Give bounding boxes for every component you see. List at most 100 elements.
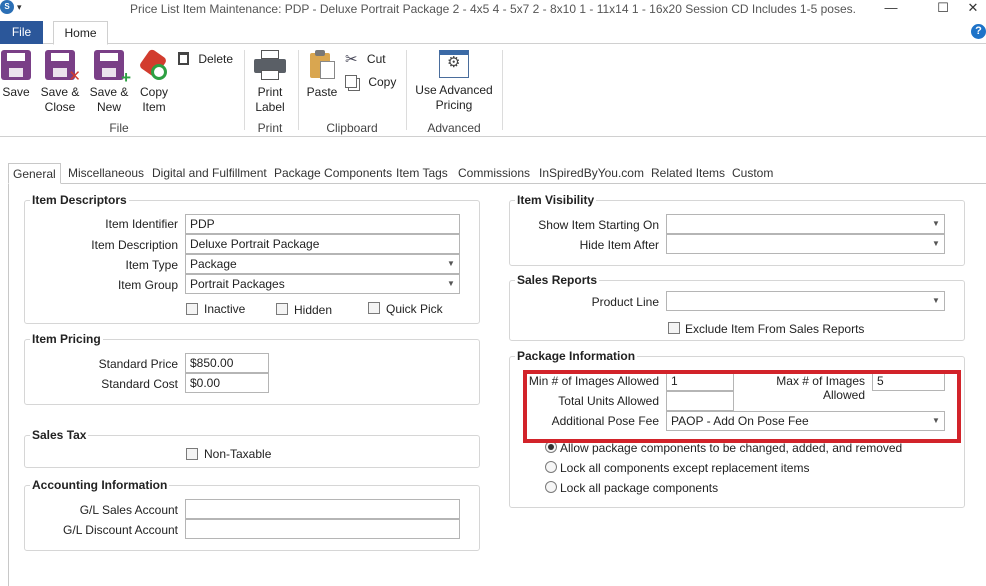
print-label-button[interactable]: Print Label: [250, 50, 290, 115]
cut-label: Cut: [366, 52, 386, 66]
lock-except-replacement-label: Lock all components except replacement i…: [560, 461, 810, 475]
close-button[interactable]: ✕: [958, 0, 986, 18]
file-group-label: File: [109, 121, 129, 135]
save-close-icon: ✕: [45, 50, 81, 84]
inactive-label: Inactive: [204, 302, 246, 316]
standard-price-field[interactable]: $850.00: [185, 353, 269, 373]
chevron-down-icon[interactable]: ▼: [928, 215, 944, 233]
standard-price-label: Standard Price: [98, 357, 178, 371]
copy-item-button[interactable]: Copy Item: [134, 48, 174, 115]
item-group-select[interactable]: Portrait Packages ▼: [185, 274, 460, 294]
item-identifier-field[interactable]: PDP: [185, 214, 460, 234]
lock-except-replacement-radio[interactable]: [545, 461, 557, 473]
item-descriptors-title: Item Descriptors: [30, 193, 129, 207]
product-line-select[interactable]: ▼: [666, 291, 945, 311]
tab-miscellaneous[interactable]: Miscellaneous: [64, 163, 148, 184]
tab-custom[interactable]: Custom: [728, 163, 777, 184]
sales-reports-title: Sales Reports: [515, 273, 600, 287]
standard-cost-label: Standard Cost: [101, 377, 178, 391]
copy-button[interactable]: Copy: [345, 74, 396, 89]
ribbon-separator: [244, 50, 245, 130]
save-new-button[interactable]: + Save & New: [86, 50, 132, 115]
inactive-checkbox[interactable]: [186, 303, 198, 315]
copy-icon: [345, 75, 357, 89]
copy-item-label-1: Copy: [139, 85, 168, 99]
non-taxable-label: Non-Taxable: [204, 447, 272, 461]
paste-button[interactable]: Paste: [304, 50, 340, 100]
quick-pick-checkbox[interactable]: [368, 302, 380, 314]
quick-pick-label: Quick Pick: [386, 302, 443, 316]
exclude-sales-reports-label: Exclude Item From Sales Reports: [685, 322, 865, 336]
tab-digital-fulfillment[interactable]: Digital and Fulfillment: [148, 163, 271, 184]
non-taxable-checkbox[interactable]: [186, 448, 198, 460]
scissors-icon: ✂: [345, 51, 358, 68]
clipboard-group-label: Clipboard: [326, 121, 378, 135]
chevron-down-icon[interactable]: ▼: [928, 292, 944, 310]
tab-item-tags[interactable]: Item Tags: [392, 163, 452, 184]
save-new-label-1: Save &: [89, 85, 129, 99]
save-label: Save: [2, 85, 30, 99]
use-advanced-pricing-button[interactable]: ⚙ Use Advanced Pricing: [410, 50, 498, 113]
item-type-select[interactable]: Package ▼: [185, 254, 460, 274]
maximize-button[interactable]: ☐: [928, 0, 958, 18]
hide-item-after-select[interactable]: ▼: [666, 234, 945, 254]
tab-commissions[interactable]: Commissions: [454, 163, 534, 184]
save-icon: [1, 50, 31, 80]
lock-all-components-label: Lock all package components: [560, 481, 719, 495]
sales-tax-title: Sales Tax: [30, 428, 89, 442]
use-advanced-label-2: Pricing: [435, 98, 473, 112]
lock-all-components-radio[interactable]: [545, 481, 557, 493]
tab-package-components[interactable]: Package Components: [270, 163, 396, 184]
delete-button[interactable]: Delete: [178, 51, 233, 67]
ribbon-separator: [298, 50, 299, 130]
accounting-title: Accounting Information: [30, 478, 170, 492]
save-close-button[interactable]: ✕ Save & Close: [37, 50, 83, 115]
help-icon[interactable]: ?: [971, 24, 986, 39]
gl-sales-field[interactable]: [185, 499, 460, 519]
tab-inspiredbyyou[interactable]: InSpiredByYou.com: [535, 163, 648, 184]
product-line-label: Product Line: [591, 295, 659, 309]
printer-icon: [254, 50, 286, 80]
copy-label: Copy: [368, 74, 397, 89]
item-group-label: Item Group: [117, 278, 178, 292]
save-close-label-1: Save &: [40, 85, 80, 99]
hidden-label: Hidden: [294, 303, 333, 317]
tab-related-items[interactable]: Related Items: [647, 163, 729, 184]
item-type-label: Item Type: [125, 258, 178, 272]
minimize-button[interactable]: —: [876, 0, 906, 18]
package-information-title: Package Information: [515, 349, 638, 363]
show-item-starting-select[interactable]: ▼: [666, 214, 945, 234]
advanced-pricing-gear-icon: ⚙: [439, 50, 469, 78]
exclude-sales-reports-checkbox[interactable]: [668, 322, 680, 334]
copy-item-label-2: Item: [142, 100, 166, 114]
chevron-down-icon[interactable]: ▼: [443, 275, 459, 293]
advanced-group-label: Advanced: [427, 121, 481, 135]
paste-icon: [308, 50, 336, 80]
save-new-label-2: New: [96, 100, 121, 114]
item-type-value: Package: [190, 257, 237, 271]
chevron-down-icon[interactable]: ▼: [928, 235, 944, 253]
item-description-label: Item Description: [91, 238, 178, 252]
home-tab[interactable]: Home: [53, 21, 108, 45]
save-button[interactable]: Save: [0, 50, 32, 100]
copy-item-tag-icon: [138, 48, 169, 80]
window-title: Price List Item Maintenance: PDP - Delux…: [130, 2, 856, 16]
trash-icon: [178, 52, 189, 66]
print-group-label: Print: [257, 121, 283, 135]
item-visibility-title: Item Visibility: [515, 193, 597, 207]
allow-components-label: Allow package components to be changed, …: [560, 441, 903, 455]
gl-discount-field[interactable]: [185, 519, 460, 539]
file-tab[interactable]: File: [0, 21, 43, 44]
hidden-checkbox[interactable]: [276, 303, 288, 315]
tab-general[interactable]: General: [8, 163, 61, 184]
cut-button[interactable]: ✂ Cut: [345, 50, 386, 68]
standard-cost-field[interactable]: $0.00: [185, 373, 269, 393]
item-pricing-title: Item Pricing: [30, 332, 103, 346]
gl-sales-label: G/L Sales Account: [79, 503, 178, 517]
highlight-annotation-box: [523, 370, 961, 443]
delete-label: Delete: [198, 51, 234, 66]
chevron-down-icon[interactable]: ▼: [443, 255, 459, 273]
use-advanced-label-1: Use Advanced: [415, 83, 493, 97]
item-description-field[interactable]: Deluxe Portrait Package: [185, 234, 460, 254]
ribbon-tab-strip: [0, 20, 986, 44]
